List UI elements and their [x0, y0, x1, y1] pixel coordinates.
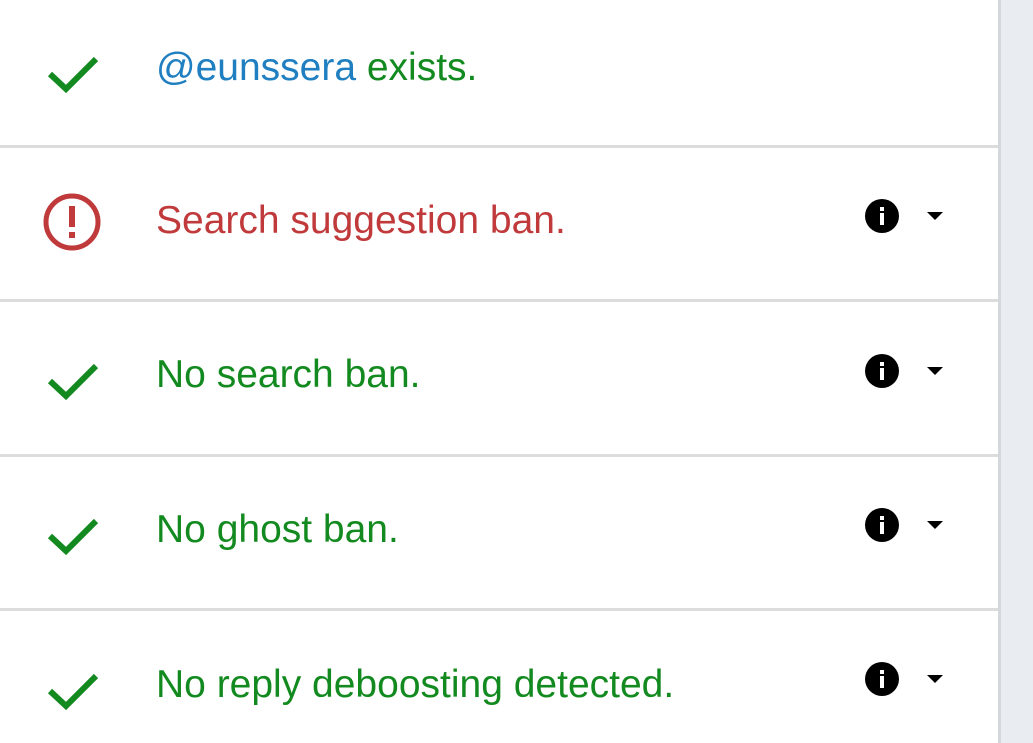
panel-border	[998, 0, 1001, 743]
result-text: Search suggestion ban.	[156, 199, 566, 242]
caret-down-icon[interactable]	[920, 664, 950, 694]
check-icon	[40, 347, 104, 411]
page: @eunssera exists. Search suggestion ban.	[0, 0, 1033, 743]
result-row-search-ban: No search ban.	[0, 302, 998, 457]
account-handle-link[interactable]: @eunssera	[156, 46, 356, 89]
result-suffix: exists.	[356, 46, 478, 89]
caret-down-icon[interactable]	[920, 201, 950, 231]
result-row-search-suggestion-ban: Search suggestion ban.	[0, 148, 998, 302]
alert-circle-icon	[40, 190, 104, 254]
caret-down-icon[interactable]	[920, 356, 950, 386]
result-row-ghost-ban: No ghost ban.	[0, 457, 998, 611]
result-text: No ghost ban.	[156, 508, 399, 551]
check-icon	[40, 502, 104, 566]
check-icon	[40, 657, 104, 721]
info-icon[interactable]	[864, 661, 900, 697]
result-row-account-exists: @eunssera exists.	[0, 0, 998, 148]
info-icon[interactable]	[864, 353, 900, 389]
result-text: No reply deboosting detected.	[156, 663, 675, 706]
info-icon[interactable]	[864, 198, 900, 234]
result-text: No search ban.	[156, 353, 421, 396]
result-text: @eunssera exists.	[156, 45, 477, 91]
caret-down-icon[interactable]	[920, 510, 950, 540]
results-panel: @eunssera exists. Search suggestion ban.	[0, 0, 998, 743]
info-icon[interactable]	[864, 507, 900, 543]
check-icon	[40, 40, 104, 104]
result-row-reply-deboosting: No reply deboosting detected.	[0, 611, 998, 743]
page-background	[998, 0, 1033, 743]
